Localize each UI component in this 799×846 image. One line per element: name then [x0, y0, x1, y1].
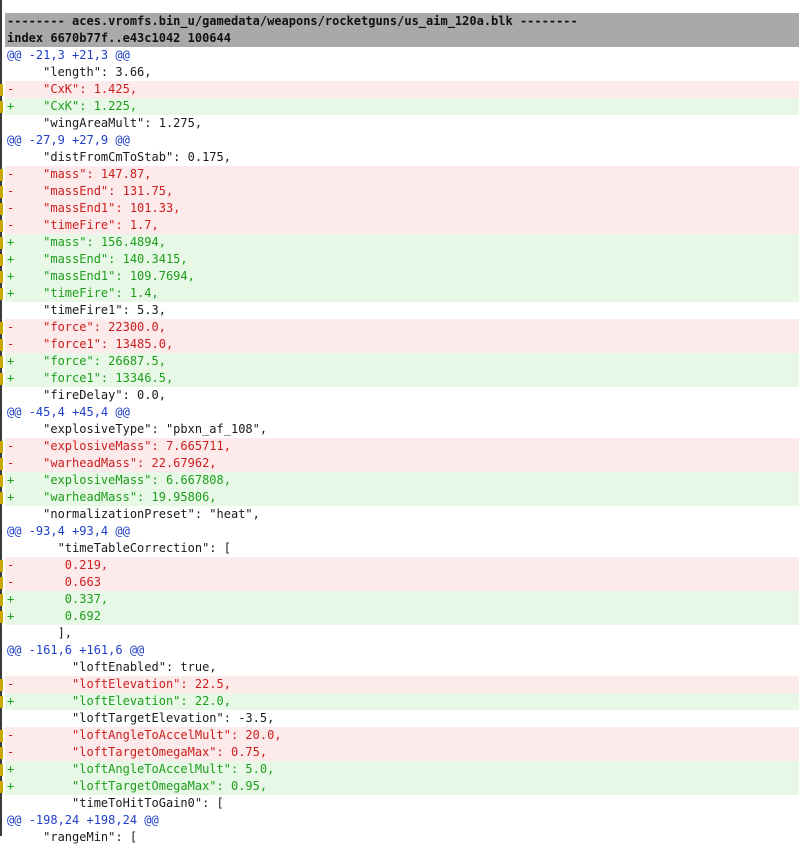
window-left-edge — [0, 0, 2, 836]
diff-context-line: "loftEnabled": true, — [7, 660, 217, 674]
change-marker — [0, 679, 3, 691]
diff-context-line: "distFromCmToStab": 0.175, — [7, 150, 231, 164]
diff-added-line: + "warheadMass": 19.95806, — [5, 489, 799, 506]
diff-context-line: "timeToHitToGain0": [ — [7, 796, 224, 810]
diff-removed-line: - "loftAngleToAccelMult": 20.0, — [5, 727, 799, 744]
change-marker — [0, 169, 3, 181]
diff-removed-line: - "loftTargetOmegaMax": 0.75, — [5, 744, 799, 761]
diff-added-line: + "mass": 156.4894, — [5, 234, 799, 251]
diff-added-line: + "loftElevation": 22.0, — [5, 693, 799, 710]
diff-added-line: + "force1": 13346.5, — [5, 370, 799, 387]
diff-context-line: "explosiveType": "pbxn_af_108", — [7, 422, 268, 436]
change-marker — [0, 237, 3, 249]
diff-context-line: "rangeMin": [ — [7, 830, 138, 844]
change-marker — [0, 322, 3, 334]
diff-file-header: index 6670b77f..e43c1042 100644 — [5, 30, 799, 47]
change-marker — [0, 611, 3, 623]
diff-added-line: + "CxK": 1.225, — [5, 98, 799, 115]
diff-added-line: + "loftAngleToAccelMult": 5.0, — [5, 761, 799, 778]
diff-context-line: "timeTableCorrection": [ — [7, 541, 231, 555]
diff-removed-line: - "CxK": 1.425, — [5, 81, 799, 98]
diff-removed-line: - "warheadMass": 22.67962, — [5, 455, 799, 472]
diff-removed-line: - "force1": 13485.0, — [5, 336, 799, 353]
diff-context-line: "timeFire1": 5.3, — [7, 303, 166, 317]
change-marker — [0, 764, 3, 776]
change-marker — [0, 84, 3, 96]
diff-context-line: "normalizationPreset": "heat", — [7, 507, 260, 521]
diff-hunk-header: @@ -198,24 +198,24 @@ — [7, 813, 159, 827]
change-marker — [0, 781, 3, 793]
diff-added-line: + 0.337, — [5, 591, 799, 608]
diff-added-line: + 0.692 — [5, 608, 799, 625]
change-marker — [0, 356, 3, 368]
diff-added-line: + "massEnd1": 109.7694, — [5, 268, 799, 285]
change-marker — [0, 475, 3, 487]
diff-context-line: "loftTargetElevation": -3.5, — [7, 711, 275, 725]
diff-removed-line: - 0.219, — [5, 557, 799, 574]
change-marker — [0, 186, 3, 198]
diff-hunk-header: @@ -45,4 +45,4 @@ — [7, 405, 130, 419]
diff-removed-line: - "timeFire": 1.7, — [5, 217, 799, 234]
diff-removed-line: - 0.663 — [5, 574, 799, 591]
diff-context-line: "length": 3.66, — [7, 65, 152, 79]
change-marker — [0, 373, 3, 385]
diff-removed-line: - "explosiveMass": 7.665711, — [5, 438, 799, 455]
change-marker — [0, 203, 3, 215]
change-marker — [0, 271, 3, 283]
change-marker — [0, 696, 3, 708]
diff-file-header: -------- aces.vromfs.bin_u/gamedata/weap… — [5, 13, 799, 30]
change-marker — [0, 492, 3, 504]
diff-added-line: + "loftTargetOmegaMax": 0.95, — [5, 778, 799, 795]
change-marker — [0, 594, 3, 606]
change-marker — [0, 730, 3, 742]
change-marker — [0, 339, 3, 351]
change-marker — [0, 560, 3, 572]
diff-removed-line: - "mass": 147.87, — [5, 166, 799, 183]
change-marker — [0, 747, 3, 759]
diff-removed-line: - "loftElevation": 22.5, — [5, 676, 799, 693]
diff-hunk-header: @@ -21,3 +21,3 @@ — [7, 48, 130, 62]
diff-hunk-header: @@ -161,6 +161,6 @@ — [7, 643, 145, 657]
diff-added-line: + "force": 26687.5, — [5, 353, 799, 370]
diff-added-line: + "explosiveMass": 6.667808, — [5, 472, 799, 489]
diff-context-line: "wingAreaMult": 1.275, — [7, 116, 203, 130]
change-marker — [0, 458, 3, 470]
change-marker — [0, 577, 3, 589]
change-marker — [0, 254, 3, 266]
change-marker — [0, 288, 3, 300]
change-marker — [0, 441, 3, 453]
diff-removed-line: - "force": 22300.0, — [5, 319, 799, 336]
diff-context-line: "fireDelay": 0.0, — [7, 388, 166, 402]
change-marker — [0, 101, 3, 113]
diff-removed-line: - "massEnd": 131.75, — [5, 183, 799, 200]
diff-hunk-header: @@ -27,9 +27,9 @@ — [7, 133, 130, 147]
diff-added-line: + "timeFire": 1.4, — [5, 285, 799, 302]
diff-removed-line: - "massEnd1": 101.33, — [5, 200, 799, 217]
diff-context-line: ], — [7, 626, 73, 640]
diff-hunk-header: @@ -93,4 +93,4 @@ — [7, 524, 130, 538]
diff-added-line: + "massEnd": 140.3415, — [5, 251, 799, 268]
change-marker — [0, 220, 3, 232]
diff-view[interactable]: -------- aces.vromfs.bin_u/gamedata/weap… — [5, 13, 799, 846]
